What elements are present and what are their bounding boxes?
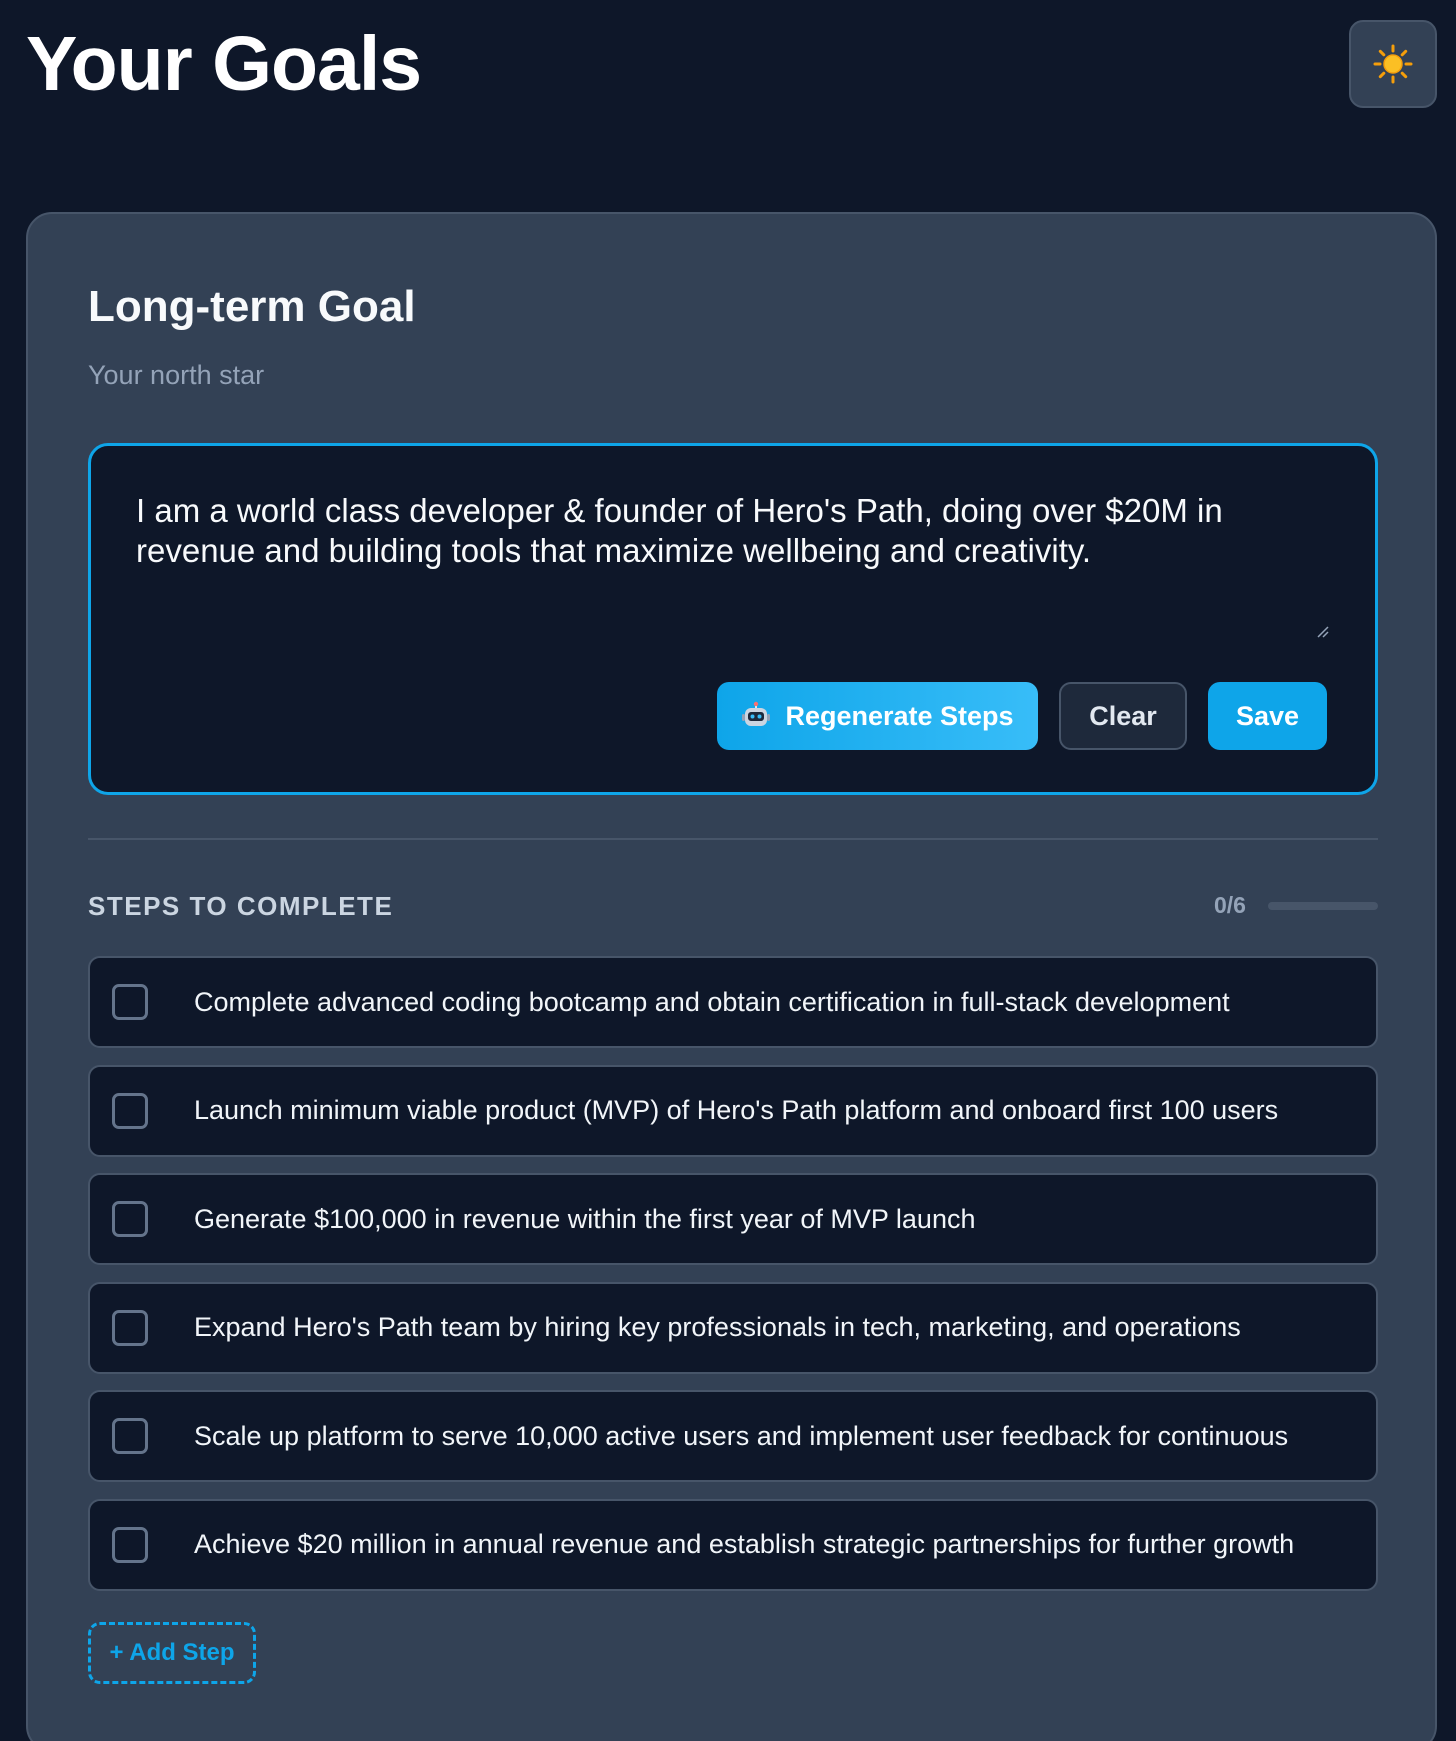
section-divider <box>88 838 1378 840</box>
step-item[interactable]: Complete advanced coding bootcamp and ob… <box>88 956 1378 1048</box>
step-label: Generate $100,000 in revenue within the … <box>194 1203 976 1234</box>
step-item[interactable]: Scale up platform to serve 10,000 active… <box>88 1390 1378 1482</box>
step-label: Achieve $20 million in annual revenue an… <box>194 1529 1295 1559</box>
step-label: Launch minimum viable product (MVP) of H… <box>194 1095 1279 1125</box>
step-label: Complete advanced coding bootcamp and ob… <box>194 986 1230 1017</box>
step-item[interactable]: Generate $100,000 in revenue within the … <box>88 1173 1378 1265</box>
regenerate-steps-label: Regenerate Steps <box>785 700 1014 731</box>
long-term-goal-card: Long-term Goal Your north star I am a wo… <box>26 212 1437 1741</box>
steps-heading: STEPS TO COMPLETE <box>88 891 394 921</box>
step-checkbox[interactable] <box>112 1201 148 1237</box>
step-checkbox[interactable] <box>112 1092 148 1129</box>
save-button[interactable]: Save <box>1208 682 1327 750</box>
add-step-button[interactable]: + Add Step <box>88 1622 256 1684</box>
step-item[interactable]: Launch minimum viable product (MVP) of H… <box>88 1064 1378 1157</box>
regenerate-steps-button[interactable]: Regenerate Steps <box>717 682 1038 750</box>
step-item[interactable]: Expand Hero's Path team by hiring key pr… <box>88 1281 1378 1374</box>
steps-progress-bar <box>1268 902 1378 910</box>
resize-handle-icon[interactable] <box>1315 624 1329 638</box>
step-checkbox[interactable] <box>112 1309 148 1346</box>
step-item[interactable]: Achieve $20 million in annual revenue an… <box>88 1498 1378 1591</box>
goal-textarea[interactable]: I am a world class developer & founder o… <box>136 491 1336 626</box>
sun-icon <box>1373 44 1413 84</box>
step-label: Expand Hero's Path team by hiring key pr… <box>194 1312 1241 1342</box>
page-title: Your Goals <box>26 21 422 107</box>
step-checkbox[interactable] <box>112 1418 148 1454</box>
card-subtitle: Your north star <box>88 360 265 390</box>
goal-editor: I am a world class developer & founder o… <box>88 443 1378 795</box>
steps-list: Complete advanced coding bootcamp and ob… <box>88 956 1378 1607</box>
clear-button[interactable]: Clear <box>1059 682 1187 750</box>
step-label: Scale up platform to serve 10,000 active… <box>194 1420 1289 1451</box>
theme-toggle-button[interactable] <box>1349 20 1437 108</box>
steps-progress-text: 0/6 <box>1214 892 1246 918</box>
card-title: Long-term Goal <box>88 282 416 331</box>
step-checkbox[interactable] <box>112 1526 148 1563</box>
step-checkbox[interactable] <box>112 984 148 1020</box>
robot-icon <box>742 701 771 726</box>
goals-page: Your Goals Long-term Goal Your north sta… <box>0 0 1456 1741</box>
